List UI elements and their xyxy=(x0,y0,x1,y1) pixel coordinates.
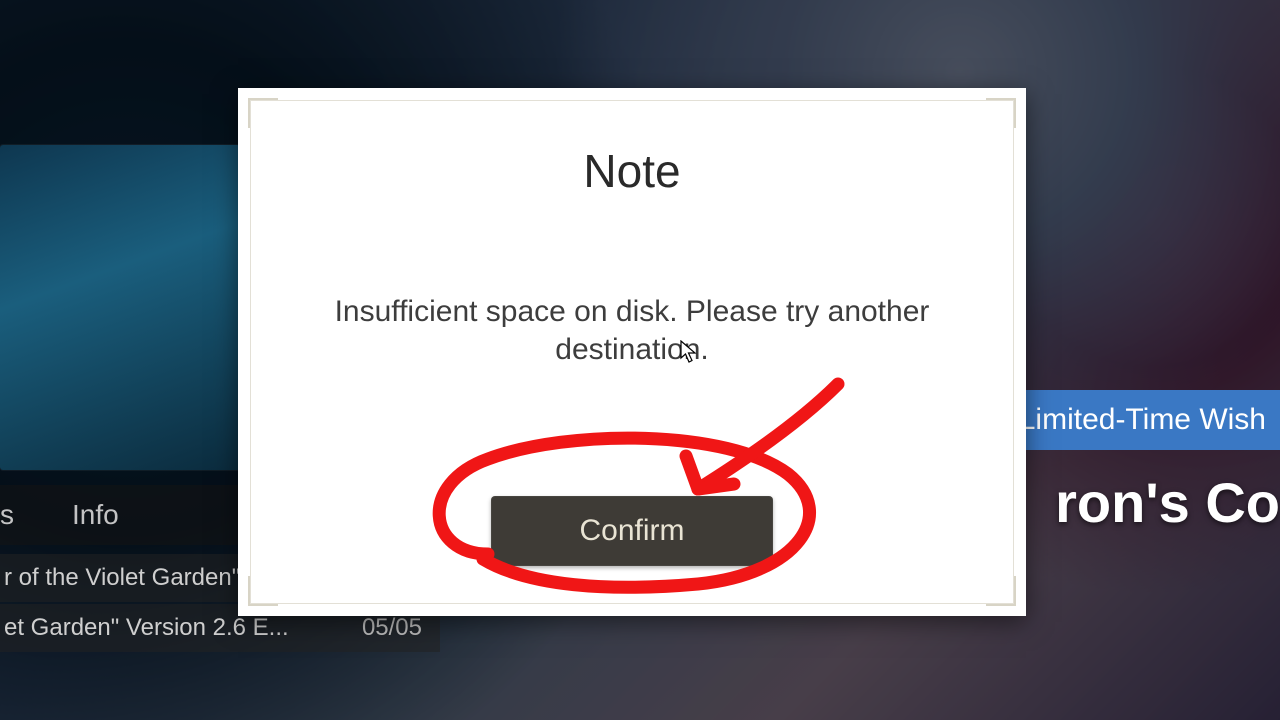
headline-text: et Garden" Version 2.6 E... xyxy=(0,614,344,642)
dialog-corner-icon xyxy=(986,576,1016,606)
news-tab-partial[interactable]: s xyxy=(0,499,48,531)
headline-date: 05/05 xyxy=(344,614,440,642)
dialog-corner-icon xyxy=(986,98,1016,128)
wish-banner-title: ron's Co xyxy=(1055,470,1280,535)
news-tab-info[interactable]: Info xyxy=(48,499,143,531)
dialog-message: Insufficient space on disk. Please try a… xyxy=(318,293,946,368)
dialog-title: Note xyxy=(238,144,1026,198)
dialog-corner-icon xyxy=(248,576,278,606)
dialog-corner-icon xyxy=(248,98,278,128)
note-dialog: Note Insufficient space on disk. Please … xyxy=(238,88,1026,616)
news-thumbnail xyxy=(0,145,240,470)
confirm-button[interactable]: Confirm xyxy=(491,496,773,566)
